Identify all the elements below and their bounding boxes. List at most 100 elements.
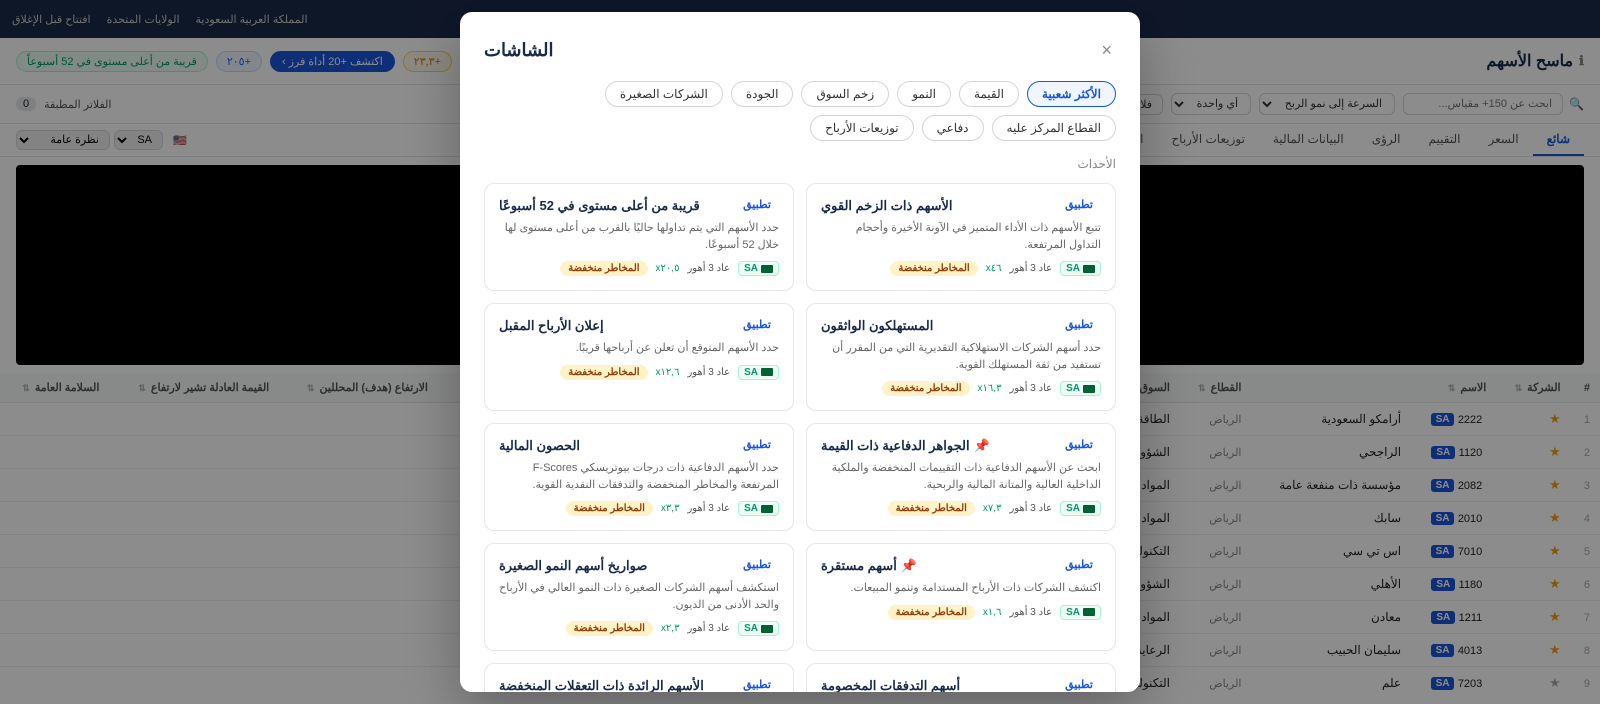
card-footer: المخاطر منخفضة x٢٠,٥ عاد 3 أهور SA [499, 261, 779, 276]
risk-badge: المخاطر منخفضة [890, 261, 977, 276]
card-header: تطبيق الأسهم الرائدة ذات التعقلات المنخف… [499, 678, 779, 692]
badge-flag: SA [1060, 261, 1101, 276]
risk-badge: المخاطر منخفضة [560, 261, 647, 276]
card-apply-btn[interactable]: تطبيق [1065, 198, 1093, 211]
screener-card-7[interactable]: تطبيق صواريخ أسهم النمو الصغيرة استكشف أ… [484, 543, 794, 651]
filter-chip-4[interactable]: الجودة [731, 81, 794, 107]
filter-chip-0[interactable]: الأكثر شعبية [1027, 81, 1116, 107]
card-pct: x٤٦ [986, 263, 1002, 274]
sa-flag-icon [1083, 385, 1095, 393]
modal-header: × الشاشات [484, 36, 1116, 65]
risk-badge: المخاطر منخفضة [566, 501, 653, 516]
modal-overlay[interactable]: × الشاشات الأكثر شعبية القيمة النمو زخم الس… [0, 0, 1600, 704]
card-title: الجواهر الدفاعية ذات القيمة [821, 438, 970, 454]
card-period: عاد 3 أهور [687, 503, 730, 514]
badge-flag: SA [1060, 381, 1101, 396]
filter-chip-6[interactable]: القطاع المركز عليه [992, 115, 1116, 141]
badge-flag: SA [738, 365, 779, 380]
card-title: الحصون المالية [499, 438, 580, 454]
modal-close-button[interactable]: × [1097, 36, 1116, 65]
card-title: الأسهم الرائدة ذات التعقلات المنخفضة [499, 678, 704, 692]
card-pct: x٢,٣ [661, 623, 680, 634]
card-apply-btn[interactable]: تطبيق [743, 558, 771, 571]
card-apply-btn[interactable]: تطبيق [1065, 318, 1093, 331]
badge-flag: SA [738, 261, 779, 276]
risk-badge: المخاطر منخفضة [882, 381, 969, 396]
screener-modal: × الشاشات الأكثر شعبية القيمة النمو زخم الس… [460, 12, 1140, 692]
screener-card-8[interactable]: تطبيق أسهم التدفقات المخصومة ابحث عن الأ… [806, 663, 1116, 692]
filter-chip-3[interactable]: زخم السوق [801, 81, 889, 107]
card-footer: المخاطر منخفضة x٤٦ عاد 3 أهور SA [821, 261, 1101, 276]
card-header: تطبيق قريبة من أعلى مستوى في 52 أسبوعًا [499, 198, 779, 214]
screener-card-5[interactable]: تطبيق الحصون المالية حدد الأسهم الدفاعية… [484, 423, 794, 531]
card-period: عاد 3 أهور [687, 367, 730, 378]
modal-title: الشاشات [484, 40, 554, 61]
card-desc: اكتشف الشركات ذات الأرباح المستدامة وتنم… [821, 580, 1101, 597]
card-desc: استكشف أسهم الشركات الصغيرة ذات النمو ال… [499, 580, 779, 613]
cards-grid: تطبيق الأسهم ذات الزخم القوي تتبع الأسهم… [484, 183, 1116, 692]
card-apply-btn[interactable]: تطبيق [743, 438, 771, 451]
card-title: أسهم مستقرة [821, 558, 897, 574]
screener-card-4[interactable]: تطبيق 📌 الجواهر الدفاعية ذات القيمة ابحث… [806, 423, 1116, 531]
screener-card-1[interactable]: تطبيق قريبة من أعلى مستوى في 52 أسبوعًا … [484, 183, 794, 291]
card-apply-btn[interactable]: تطبيق [1065, 558, 1093, 571]
screener-card-2[interactable]: تطبيق المستهلكون الواثقون حدد أسهم الشرك… [806, 303, 1116, 411]
card-footer: المخاطر منخفضة x٧,٣ عاد 3 أهور SA [821, 501, 1101, 516]
sa-flag-icon [1083, 265, 1095, 273]
card-header: تطبيق أسهم التدفقات المخصومة [821, 678, 1101, 692]
card-title: أسهم التدفقات المخصومة [821, 678, 960, 692]
risk-badge: المخاطر منخفضة [888, 605, 975, 620]
card-apply-btn[interactable]: تطبيق [743, 678, 771, 691]
card-desc: حدد الأسهم المتوقع أن تعلن عن أرباحها قر… [499, 340, 779, 357]
card-title: المستهلكون الواثقون [821, 318, 933, 334]
card-header: تطبيق إعلان الأرباح المقبل [499, 318, 779, 334]
screener-card-3[interactable]: تطبيق إعلان الأرباح المقبل حدد الأسهم ال… [484, 303, 794, 411]
card-title: صواريخ أسهم النمو الصغيرة [499, 558, 647, 574]
risk-badge: المخاطر منخفضة [566, 621, 653, 636]
card-footer: المخاطر منخفضة x١٦,٣ عاد 3 أهور SA [821, 381, 1101, 396]
filter-chip-2[interactable]: النمو [897, 81, 951, 107]
card-footer: المخاطر منخفضة x١٢,٦ عاد 3 أهور SA [499, 365, 779, 380]
events-label: الأحداث [484, 157, 1116, 171]
card-period: عاد 3 أهور [1009, 503, 1052, 514]
card-desc: حدد أسهم الشركات الاستهلاكية التقديرية ا… [821, 340, 1101, 373]
card-header: تطبيق 📌 أسهم مستقرة [821, 558, 1101, 574]
screener-card-0[interactable]: تطبيق الأسهم ذات الزخم القوي تتبع الأسهم… [806, 183, 1116, 291]
filter-chip-8[interactable]: توزيعات الأرباح [810, 115, 913, 141]
card-apply-btn[interactable]: تطبيق [743, 198, 771, 211]
card-apply-btn[interactable]: تطبيق [1065, 678, 1093, 691]
filter-chip-5[interactable]: الشركات الصغيرة [605, 81, 723, 107]
badge-flag: SA [738, 501, 779, 516]
card-apply-btn[interactable]: تطبيق [1065, 438, 1093, 451]
filter-chip-1[interactable]: القيمة [959, 81, 1019, 107]
card-pct: x١٦,٣ [978, 383, 1002, 394]
card-header: تطبيق الحصون المالية [499, 438, 779, 454]
card-desc: حدد الأسهم التي يتم تداولها حاليًا بالقر… [499, 220, 779, 253]
card-footer: المخاطر منخفضة x٢,٣ عاد 3 أهور SA [499, 621, 779, 636]
badge-flag: SA [738, 621, 779, 636]
card-header: تطبيق 📌 الجواهر الدفاعية ذات القيمة [821, 438, 1101, 454]
card-desc: ابحث عن الأسهم الدفاعية ذات التقييمات ال… [821, 460, 1101, 493]
card-header: تطبيق صواريخ أسهم النمو الصغيرة [499, 558, 779, 574]
card-pct: x٣,٣ [661, 503, 680, 514]
card-title: الأسهم ذات الزخم القوي [821, 198, 953, 214]
card-pct: x٢٠,٥ [656, 263, 680, 274]
filter-chips: الأكثر شعبية القيمة النمو زخم السوق الجودة ال… [484, 81, 1116, 141]
screener-card-6[interactable]: تطبيق 📌 أسهم مستقرة اكتشف الشركات ذات ال… [806, 543, 1116, 651]
sa-flag-icon [761, 368, 773, 376]
sa-flag-icon [1083, 608, 1095, 616]
screener-card-9[interactable]: تطبيق الأسهم الرائدة ذات التعقلات المنخف… [484, 663, 794, 692]
sa-flag-icon [761, 265, 773, 273]
card-desc: تتبع الأسهم ذات الأداء المتميز في الآونة… [821, 220, 1101, 253]
card-footer: المخاطر منخفضة x١,٦ عاد 3 أهور SA [821, 605, 1101, 620]
card-title: قريبة من أعلى مستوى في 52 أسبوعًا [499, 198, 700, 214]
card-period: عاد 3 أهور [1009, 263, 1052, 274]
pin-icon: 📌 [974, 438, 990, 454]
sa-flag-icon [761, 625, 773, 633]
filter-chip-7[interactable]: دفاعي [922, 115, 984, 141]
card-desc: حدد الأسهم الدفاعية ذات درجات بيوتريسكي … [499, 460, 779, 493]
sa-flag-icon [1083, 505, 1095, 513]
card-apply-btn[interactable]: تطبيق [743, 318, 771, 331]
risk-badge: المخاطر منخفضة [888, 501, 975, 516]
card-period: عاد 3 أهور [687, 623, 730, 634]
